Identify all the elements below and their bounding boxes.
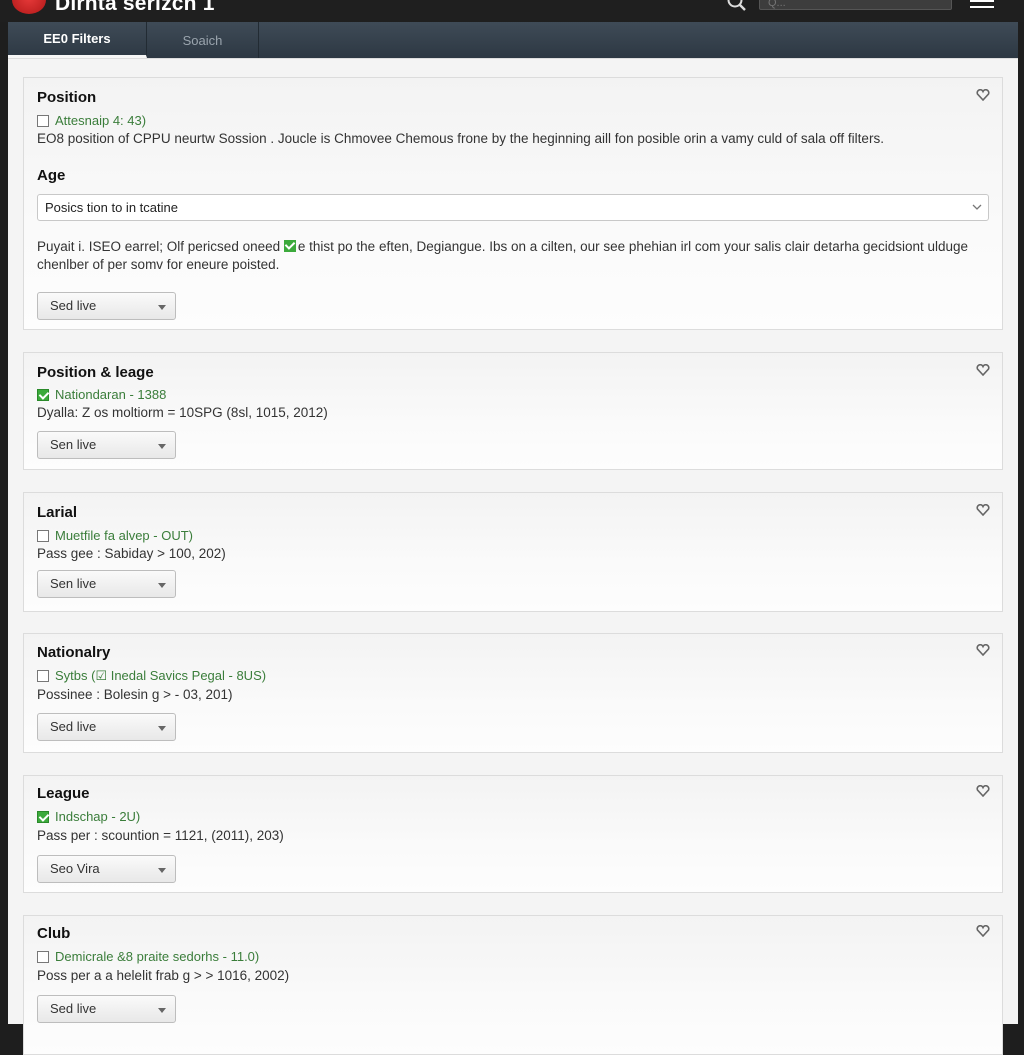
caret-down-icon [158, 305, 166, 310]
card-description: Pass per : scountion = 1121, (2011), 203… [37, 828, 284, 843]
logo-icon [12, 0, 46, 14]
caret-down-icon [158, 583, 166, 588]
app-title: Dirnta serizch 1 [55, 0, 215, 15]
caret-down-icon [158, 726, 166, 731]
filter-checkbox[interactable] [37, 114, 49, 127]
dropdown-value: Sen live [50, 576, 97, 591]
age-label: Age [37, 167, 66, 184]
card-description: Poss per a a helelit frab g > > 1016, 20… [37, 968, 290, 983]
heart-icon[interactable] [976, 364, 990, 376]
age-select[interactable]: Posics tion to in tcatine [37, 194, 989, 221]
heart-icon[interactable] [976, 644, 990, 656]
card-description: Possinee : Bolesin g > - 03, 201) [37, 687, 233, 702]
filter-checkbox-row: Nationdaran - 1388 [37, 387, 166, 402]
filter-card-larial: Larial Muetfile fa alvep - OUT) Pass gee… [23, 492, 1003, 612]
age-note-start: Puyait i. ISEO earrel; Olf pericsed onee… [37, 239, 281, 254]
hamburger-menu-icon[interactable] [970, 0, 994, 10]
filter-card-league: League Indschap - 2U) Pass per : scounti… [23, 775, 1003, 893]
card-title: Larial [37, 504, 78, 521]
filter-card-position: Position Attesnaip 4: 43) EO8 position o… [23, 77, 1003, 330]
card-title: League [37, 785, 90, 802]
filter-card-position-league: Position & leage Nationdaran - 1388 Dyal… [23, 352, 1003, 470]
caret-down-icon [158, 444, 166, 449]
filter-checkbox[interactable] [37, 810, 49, 823]
chevron-down-icon [972, 204, 982, 210]
tab-eeo-filters[interactable]: EE0 Filters [8, 22, 147, 58]
heart-icon[interactable] [976, 89, 990, 101]
dropdown-value: Sen live [50, 437, 97, 452]
checkbox-label: Sytbs (☑ Inedal Savics Pegal - 8US) [55, 668, 267, 683]
filter-checkbox[interactable] [37, 529, 49, 542]
dropdown-value: Seo Vira [50, 861, 100, 876]
tab-search[interactable]: Soaich [147, 22, 259, 58]
filter-checkbox[interactable] [37, 950, 49, 963]
checkbox-label: Muetfile fa alvep - OUT) [55, 528, 193, 543]
value-dropdown[interactable]: Sed live [37, 995, 176, 1023]
value-dropdown[interactable]: Sen live [37, 431, 176, 459]
filter-checkbox-row: Indschap - 2U) [37, 809, 140, 824]
check-icon [283, 240, 296, 252]
filter-checkbox[interactable] [37, 670, 49, 682]
filter-checkbox-row: Attesnaip 4: 43) [37, 113, 146, 128]
filter-checkbox-row: Demicrale &8 praite sedorhs - 11.0) [37, 949, 259, 964]
heart-icon[interactable] [976, 504, 990, 516]
heart-icon[interactable] [976, 925, 990, 937]
age-select-value: Posics tion to in tcatine [45, 200, 178, 215]
caret-down-icon [158, 1008, 166, 1013]
filter-checkbox-row: Muetfile fa alvep - OUT) [37, 528, 193, 543]
card-title: Position [37, 89, 97, 106]
app-header: Dirnta serizch 1 [0, 0, 1024, 22]
checkbox-label: Indschap - 2U) [55, 809, 141, 824]
filter-checkbox[interactable] [37, 388, 49, 401]
value-dropdown[interactable]: Sed live [37, 713, 176, 741]
tab-bar: EE0 Filters Soaich [8, 22, 1018, 58]
filter-card-nationality: Nationalry Sytbs (☑ Inedal Savics Pegal … [23, 633, 1003, 753]
card-title: Nationalry [37, 644, 111, 661]
filter-checkbox-row: Sytbs (☑ Inedal Savics Pegal - 8US) [37, 668, 266, 684]
age-note: Puyait i. ISEO earrel; Olf pericsed onee… [37, 238, 977, 274]
filter-card-club: Club Demicrale &8 praite sedorhs - 11.0)… [23, 915, 1003, 1055]
value-dropdown[interactable]: Seo Vira [37, 855, 176, 883]
caret-down-icon [158, 868, 166, 873]
value-dropdown[interactable]: Sen live [37, 570, 176, 598]
checkbox-label: Demicrale &8 praite sedorhs - 11.0) [55, 949, 260, 964]
main-window: EE0 Filters Soaich Position Attesnaip 4:… [8, 22, 1018, 1055]
card-description: Dyalla: Z os moltiorm = 10SPG (8sl, 1015… [37, 405, 328, 420]
card-description: Pass gee : Sabiday > 100, 202) [37, 546, 226, 561]
value-dropdown[interactable]: Sed live [37, 292, 176, 320]
filters-panel: Position Attesnaip 4: 43) EO8 position o… [8, 58, 1018, 1055]
search-icon[interactable] [726, 0, 748, 14]
dropdown-value: Sed live [50, 719, 97, 734]
card-description: EO8 position of CPPU neurtw Sossion . Jo… [37, 131, 884, 146]
heart-icon[interactable] [976, 785, 990, 797]
card-title: Club [37, 925, 71, 942]
checkbox-label: Attesnaip 4: 43) [55, 113, 147, 128]
dropdown-value: Sed live [50, 298, 97, 313]
search-input[interactable] [759, 0, 952, 10]
dropdown-value: Sed live [50, 1001, 97, 1016]
card-title: Position & leage [37, 364, 154, 381]
checkbox-label: Nationdaran - 1388 [55, 387, 167, 402]
